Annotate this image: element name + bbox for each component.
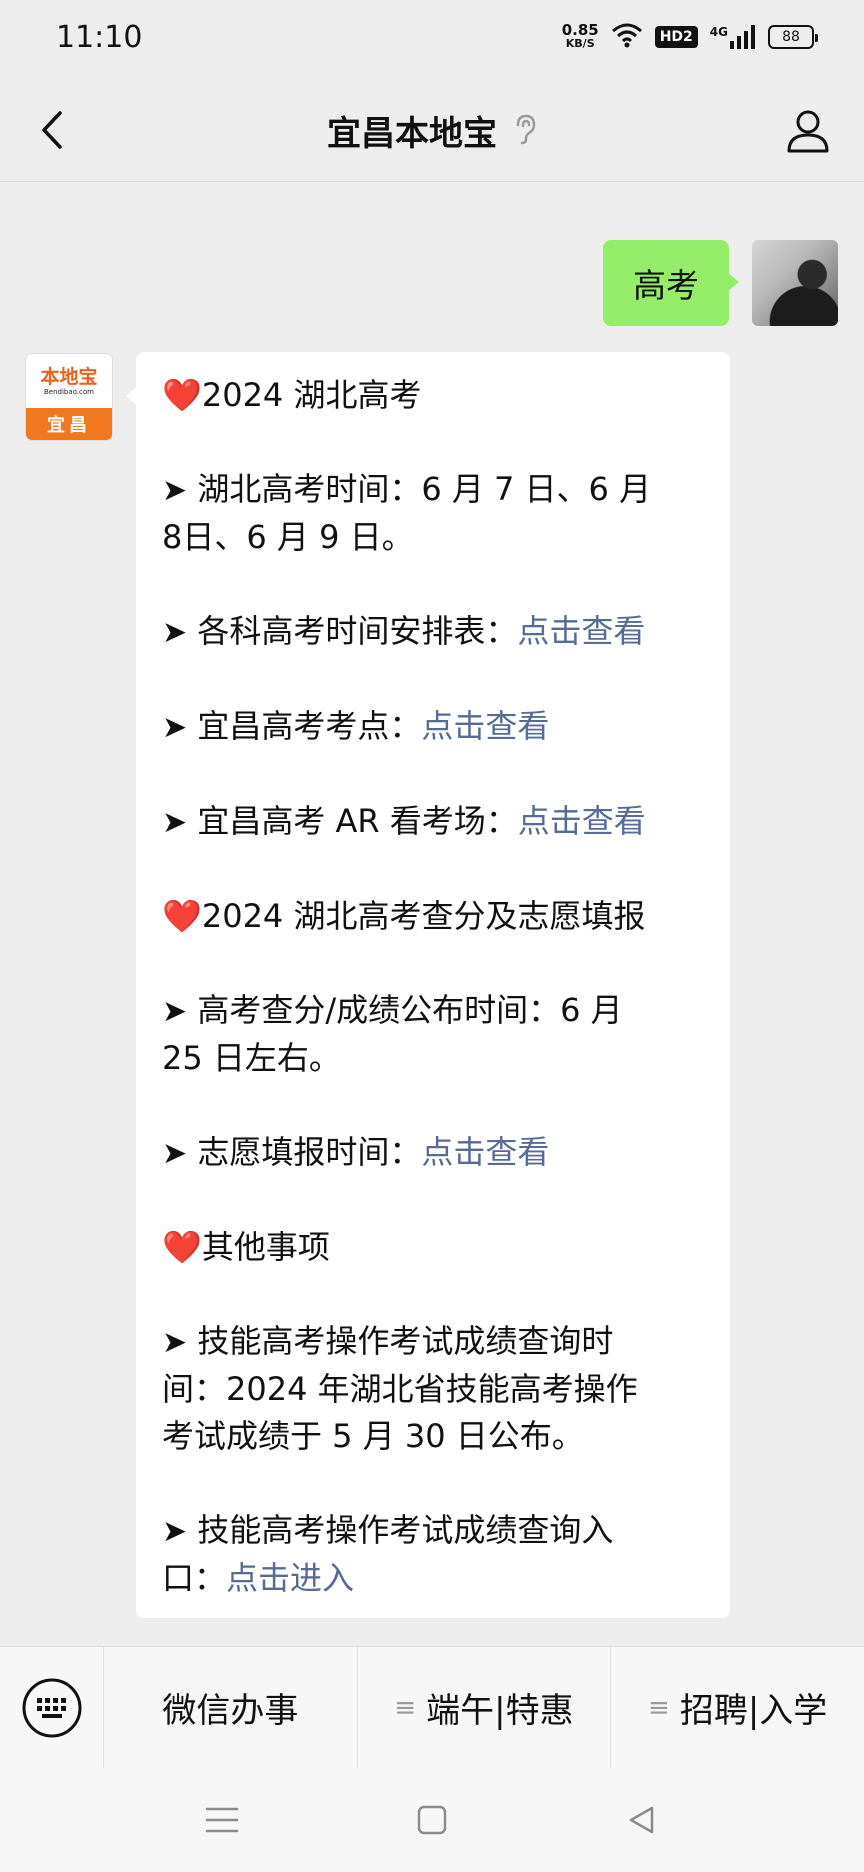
section-title-text: 其他事项 (201, 1228, 330, 1266)
list-item-text: 宜昌高考考点： (187, 707, 422, 745)
signal-icon: 4G (710, 25, 756, 49)
keyboard-toggle-button[interactable] (0, 1646, 104, 1769)
list-item: ➤ 技能高考操作考试成绩查询时 (162, 1318, 706, 1366)
bot-logo-domain: Bendibao.com (43, 387, 94, 396)
list-item-continued: 口：点击进入 (162, 1555, 706, 1602)
list-item-text: 技能高考操作考试成绩查询入 (187, 1511, 614, 1549)
arrow-icon: ➤ (162, 710, 188, 745)
list-item-continued: 间：2024 年湖北省技能高考操作 (162, 1370, 638, 1408)
network-speed-unit: KB/S (565, 37, 595, 50)
arrow-icon: ➤ (162, 1325, 188, 1360)
status-icons: 0.85 KB/S HD2 4G 88 (562, 22, 818, 52)
list-item-text: 湖北高考时间：6 月 7 日、6 月 (187, 470, 652, 508)
section-title: ❤️其他事项 (162, 1224, 706, 1271)
list-item: ➤ 宜昌高考考点：点击查看 (162, 703, 706, 751)
network-speed: 0.85 KB/S (562, 23, 599, 51)
list-item-text: 宜昌高考 AR 看考场： (187, 802, 518, 840)
menu-item-wechat-services[interactable]: 微信办事 (104, 1646, 358, 1769)
list-item-text: 各科高考时间安排表： (187, 612, 518, 650)
user-avatar[interactable] (752, 240, 838, 326)
list-item-continued: 考试成绩于 5 月 30 日公布。 (162, 1417, 584, 1455)
heart-icon: ❤️ (162, 376, 202, 414)
list-item: ➤ 宜昌高考 AR 看考场：点击查看 (162, 798, 706, 846)
bot-logo-city: 宜昌 (26, 408, 112, 440)
menu-item-label: 招聘|入学 (679, 1691, 828, 1731)
system-back-button[interactable] (622, 1800, 662, 1840)
keyboard-icon (22, 1678, 81, 1737)
arrow-icon: ➤ (162, 994, 188, 1029)
square-icon (417, 1805, 447, 1835)
arrow-icon: ➤ (162, 615, 188, 650)
list-item-text: 高考查分/成绩公布时间：6 月 (187, 991, 623, 1029)
hd-badge: HD2 (654, 26, 698, 48)
score-query-entry-link[interactable]: 点击进入 (226, 1559, 354, 1597)
list-item: ➤ 高考查分/成绩公布时间：6 月 (162, 987, 706, 1035)
section-title-text: 2024 湖北高考查分及志愿填报 (201, 897, 646, 935)
list-item-text: 志愿填报时间： (187, 1133, 422, 1171)
list-item: ➤ 各科高考时间安排表：点击查看 (162, 608, 706, 656)
arrow-icon: ➤ (162, 805, 188, 840)
bot-message-bubble[interactable]: ❤️2024 湖北高考 ➤ 湖北高考时间：6 月 7 日、6 月 8日、6 月 … (126, 352, 730, 1618)
person-icon (787, 110, 829, 153)
list-item-text: 口： (162, 1559, 227, 1597)
wifi-icon (611, 22, 643, 52)
bot-logo-text: 本地宝 (40, 365, 98, 388)
profile-button[interactable] (780, 102, 836, 158)
heart-icon: ❤️ (162, 1228, 202, 1266)
battery-indicator: 88 (768, 25, 818, 49)
menu-item-jobs-enrollment[interactable]: ≡ 招聘|入学 (611, 1647, 864, 1769)
home-button[interactable] (412, 1800, 452, 1840)
menu-item-label: 微信办事 (162, 1691, 299, 1731)
triangle-back-icon (629, 1806, 654, 1834)
list-item: ➤ 技能高考操作考试成绩查询入 (162, 1507, 706, 1555)
network-speed-value: 0.85 (561, 21, 599, 39)
status-bar: 11:10 0.85 KB/S HD2 4G 88 (0, 0, 864, 78)
list-item-continued: 8日、6 月 9 日。 (162, 518, 414, 556)
section-title-text: 2024 湖北高考 (201, 376, 422, 414)
service-menu-bar: 微信办事 ≡ 端午|特惠 ≡ 招聘|入学 (0, 1646, 864, 1769)
submenu-icon: ≡ (394, 1692, 417, 1723)
list-item: ➤ 志愿填报时间：点击查看 (162, 1129, 706, 1177)
recent-apps-button[interactable] (202, 1800, 242, 1840)
bot-avatar[interactable]: 本地宝 Bendibao.com 宜昌 (26, 354, 112, 440)
arrow-icon: ➤ (162, 1514, 188, 1549)
section-title: ❤️2024 湖北高考查分及志愿填报 (162, 893, 706, 940)
page-title: 宜昌本地宝 (327, 114, 497, 154)
status-time: 11:10 (56, 20, 143, 55)
ar-exam-room-link[interactable]: 点击查看 (518, 802, 646, 840)
application-time-link[interactable]: 点击查看 (421, 1133, 549, 1171)
section-title: ❤️2024 湖北高考 (162, 372, 706, 419)
title-wrap: 宜昌本地宝 (0, 106, 864, 155)
heart-icon: ❤️ (162, 897, 202, 935)
arrow-icon: ➤ (162, 1136, 188, 1171)
user-message-bubble[interactable]: 高考 (603, 240, 739, 326)
list-item: ➤ 湖北高考时间：6 月 7 日、6 月 (162, 466, 706, 514)
menu-item-dragon-boat-deals[interactable]: ≡ 端午|特惠 (358, 1646, 612, 1769)
signal-label: 4G (709, 25, 728, 39)
submenu-icon: ≡ (648, 1692, 670, 1723)
exam-site-link[interactable]: 点击查看 (421, 707, 549, 745)
menu-lines-icon (205, 1807, 239, 1833)
mute-ear-icon (513, 113, 537, 149)
chat-header: 宜昌本地宝 (0, 78, 864, 182)
list-item-continued: 25 日左右。 (162, 1039, 341, 1077)
menu-item-label: 端午|特惠 (426, 1691, 574, 1731)
schedule-link[interactable]: 点击查看 (517, 612, 645, 650)
arrow-icon: ➤ (162, 473, 188, 508)
chat-area[interactable]: 高考 本地宝 Bendibao.com 宜昌 ❤️2024 湖北高考 ➤ 湖北高… (0, 182, 864, 1646)
system-navigation-bar (0, 1768, 864, 1872)
bot-avatar-logo: 本地宝 Bendibao.com (26, 354, 112, 408)
list-item-text: 技能高考操作考试成绩查询时 (187, 1322, 614, 1360)
